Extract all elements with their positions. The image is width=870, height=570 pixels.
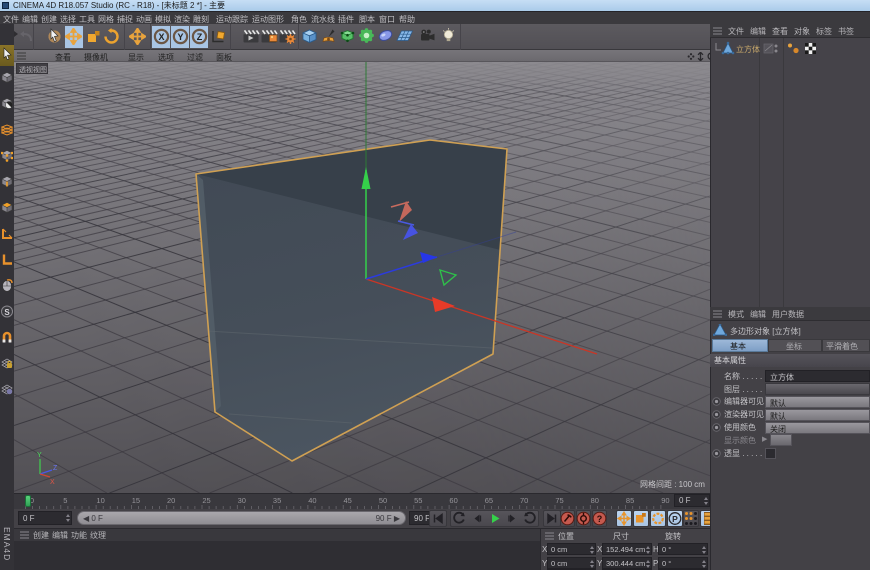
svg-text:Y: Y (37, 452, 42, 459)
svg-text:S: S (4, 308, 10, 317)
svg-text:45: 45 (344, 496, 352, 505)
svg-text:80: 80 (591, 496, 599, 505)
svg-text:20: 20 (167, 496, 175, 505)
svg-text:25: 25 (202, 496, 210, 505)
svg-text:X: X (158, 32, 164, 42)
svg-text:35: 35 (273, 496, 281, 505)
svg-text:X: X (50, 479, 55, 486)
svg-text:10: 10 (96, 496, 104, 505)
svg-text:55: 55 (414, 496, 422, 505)
svg-text:?: ? (597, 514, 603, 524)
svg-text:30: 30 (238, 496, 246, 505)
svg-text:5: 5 (63, 496, 67, 505)
svg-text:85: 85 (626, 496, 634, 505)
svg-text:P: P (672, 514, 678, 524)
svg-text:Z: Z (197, 32, 203, 42)
svg-text:Y: Y (177, 32, 183, 42)
svg-text:15: 15 (132, 496, 140, 505)
svg-text:Z: Z (53, 465, 58, 472)
svg-text:40: 40 (308, 496, 316, 505)
svg-text:75: 75 (555, 496, 563, 505)
svg-text:65: 65 (485, 496, 493, 505)
svg-text:60: 60 (449, 496, 457, 505)
svg-text:50: 50 (379, 496, 387, 505)
svg-text:70: 70 (520, 496, 528, 505)
svg-text:90: 90 (661, 496, 669, 505)
svg-text:立方体: 立方体 (736, 44, 760, 54)
